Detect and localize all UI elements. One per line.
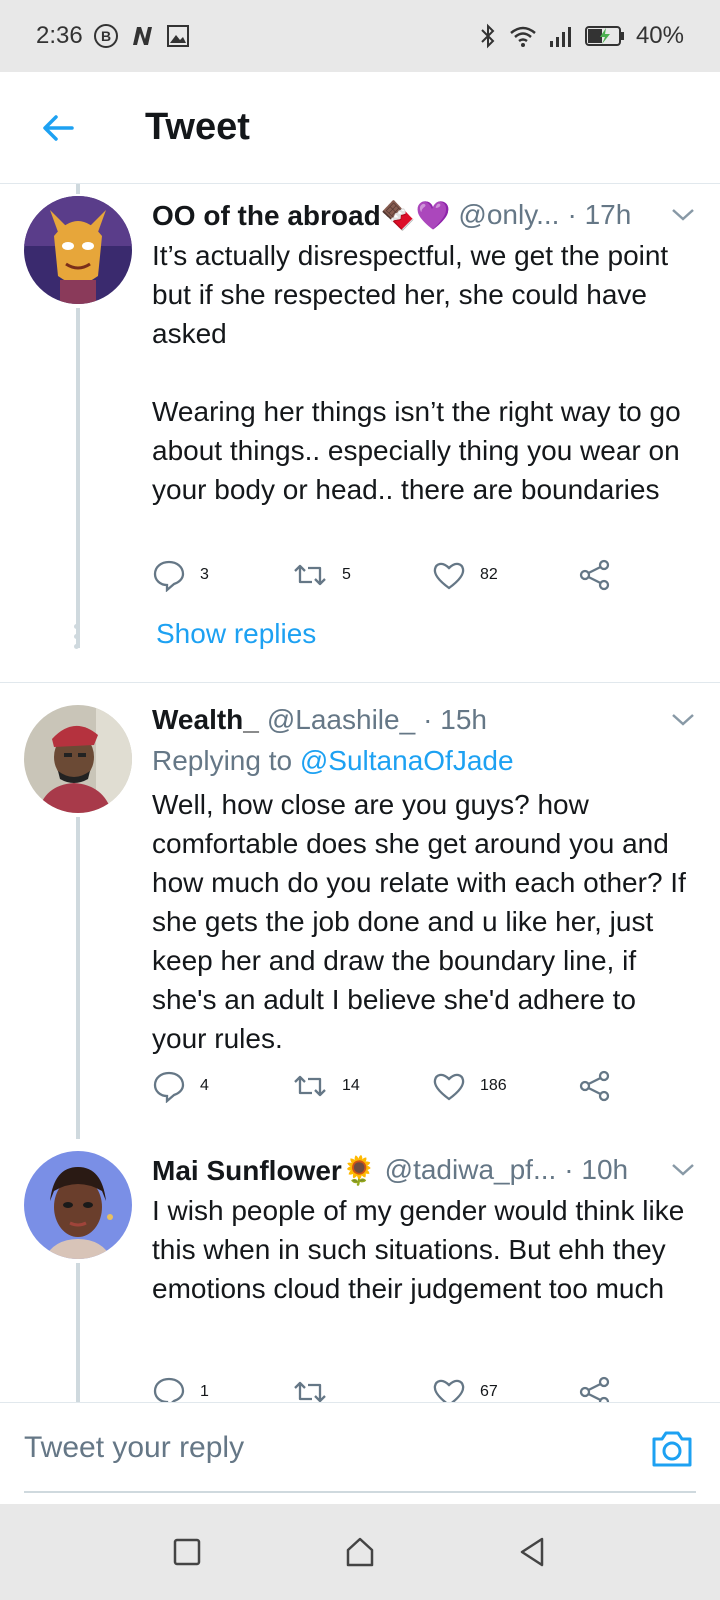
reply-icon [153, 560, 185, 592]
bluetooth-icon [478, 22, 498, 50]
share-button[interactable] [578, 558, 612, 592]
heart-icon [433, 562, 465, 590]
tweet-feed[interactable]: OO of the abroad🍫💜 @only... · 17h It’s a… [0, 184, 720, 1402]
chevron-down-icon [672, 209, 694, 221]
retweet-icon [294, 1381, 326, 1402]
tweet-menu-button[interactable] [669, 200, 697, 233]
b-app-notification-icon: B [93, 23, 119, 49]
replying-to-mention[interactable]: @SultanaOfJade [300, 745, 514, 776]
camera-button[interactable] [650, 1429, 694, 1474]
back-nav-button[interactable] [503, 1522, 563, 1582]
tweet-content: OO of the abroad🍫💜 @only... · 17h It’s a… [152, 194, 697, 509]
avatar[interactable] [24, 1151, 132, 1259]
share-icon [579, 559, 610, 591]
recents-button[interactable] [157, 1522, 217, 1582]
tweet-menu-button[interactable] [669, 1155, 697, 1188]
tweet-header: Mai Sunflower🌻 @tadiwa_pf... · 10h [152, 1149, 697, 1191]
tweet-time: · 10h [564, 1154, 629, 1185]
tweet-item[interactable]: Wealth_ @Laashile_ · 15h Replying to @Su… [0, 683, 720, 1139]
thread-line [76, 184, 80, 194]
triangle-back-icon [521, 1537, 544, 1567]
heart-icon [433, 1379, 465, 1402]
square-icon [173, 1538, 200, 1566]
avatar[interactable] [24, 196, 132, 304]
tweet-time: · 15h [423, 704, 487, 735]
status-bar: 2:36 B 40% [0, 0, 720, 72]
author-handle[interactable]: @Laashile_ [267, 704, 415, 736]
retweet-button[interactable]: 14 [292, 1069, 360, 1103]
share-button[interactable] [578, 1069, 612, 1103]
battery-percent: 40% [635, 22, 684, 49]
tweet-menu-button[interactable] [669, 705, 697, 738]
tweet-item[interactable]: OO of the abroad🍫💜 @only... · 17h It’s a… [0, 184, 720, 682]
tweet-text: Well, how close are you guys? how comfor… [152, 789, 686, 1054]
reply-icon [153, 1071, 185, 1103]
chevron-down-icon [672, 714, 694, 726]
author-name[interactable]: Mai Sunflower🌻 [152, 1154, 377, 1187]
gallery-notification-icon [165, 23, 191, 49]
retweet-icon [294, 564, 326, 586]
author-name[interactable]: OO of the abroad🍫💜 [152, 199, 450, 232]
replying-to: Replying to @SultanaOfJade [152, 741, 697, 781]
tweet-header: Wealth_ @Laashile_ · 15h [152, 699, 697, 741]
thread-dots [74, 624, 80, 654]
wifi-icon [508, 23, 538, 49]
home-button[interactable] [330, 1522, 390, 1582]
retweet-icon [294, 1075, 326, 1097]
camera-icon [652, 1431, 692, 1467]
reply-button[interactable]: 4 [152, 1069, 209, 1103]
show-replies-link[interactable]: Show replies [156, 618, 316, 650]
app-header: Tweet [0, 72, 720, 184]
tweet-text: It’s actually disrespectful, we get the … [152, 240, 681, 505]
replying-to-label: Replying to [152, 745, 293, 776]
reply-input-underline [24, 1491, 696, 1493]
thread-line [76, 1263, 80, 1402]
tweet-time: · 17h [567, 199, 632, 230]
like-button[interactable]: 82 [432, 558, 498, 592]
heart-icon [433, 1073, 465, 1101]
tweet-content: Mai Sunflower🌻 @tadiwa_pf... · 10h I wis… [152, 1149, 697, 1308]
chevron-down-icon [672, 1164, 694, 1176]
author-handle[interactable]: @only... [458, 199, 559, 231]
tweet-header: OO of the abroad🍫💜 @only... · 17h [152, 194, 697, 236]
avatar[interactable] [24, 705, 132, 813]
tweet-content: Wealth_ @Laashile_ · 15h Replying to @Su… [152, 699, 697, 1058]
reply-button[interactable]: 3 [152, 558, 209, 592]
author-name[interactable]: Wealth_ [152, 704, 259, 736]
back-arrow-icon [43, 114, 74, 141]
author-handle[interactable]: @tadiwa_pf... [385, 1154, 557, 1186]
reply-input[interactable]: Tweet your reply [24, 1431, 244, 1465]
reply-count: 3 [200, 566, 209, 583]
thread-line [76, 308, 80, 648]
like-count: 186 [480, 1077, 507, 1094]
share-button[interactable] [578, 1375, 612, 1402]
back-button[interactable] [28, 98, 88, 158]
status-time: 2:36 [36, 22, 83, 49]
battery-charging-icon [584, 24, 626, 48]
tweet-text: I wish people of my gender would think l… [152, 1195, 685, 1304]
retweet-count: 14 [342, 1077, 360, 1094]
home-icon [346, 1537, 374, 1567]
reply-icon [153, 1377, 185, 1402]
retweet-count: 5 [342, 566, 351, 583]
like-button[interactable]: 67 [432, 1375, 498, 1402]
page-title: Tweet [145, 106, 250, 148]
reply-count: 4 [200, 1077, 209, 1094]
like-count: 67 [480, 1383, 498, 1400]
like-count: 82 [480, 566, 498, 583]
like-button[interactable]: 186 [432, 1069, 507, 1103]
system-nav-bar [0, 1504, 720, 1600]
reply-count: 1 [200, 1383, 209, 1400]
reply-button[interactable]: 1 [152, 1375, 209, 1402]
retweet-button[interactable]: 5 [292, 558, 351, 592]
share-icon [579, 1376, 610, 1402]
reply-composer: Tweet your reply [0, 1402, 720, 1504]
share-icon [579, 1070, 610, 1102]
signal-icon [548, 23, 574, 49]
tweet-item[interactable]: Mai Sunflower🌻 @tadiwa_pf... · 10h I wis… [0, 1139, 720, 1402]
retweet-button[interactable] [292, 1375, 342, 1402]
thread-line [76, 817, 80, 1139]
svg-text:B: B [101, 28, 111, 44]
n-app-notification-icon [129, 23, 155, 49]
